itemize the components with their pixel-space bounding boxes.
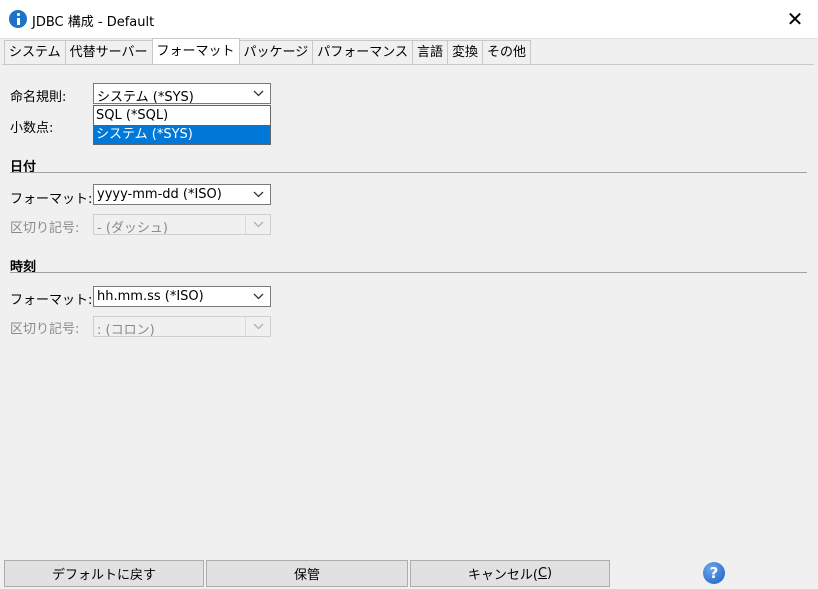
restore-defaults-button[interactable]: デフォルトに戻す	[4, 560, 204, 587]
tab-bar: システム 代替サーバー フォーマット パッケージ パフォーマンス 言語 変換 そ…	[4, 38, 532, 64]
help-icon[interactable]: ?	[703, 562, 725, 584]
cancel-label-suffix: )	[547, 566, 553, 581]
window-title: JDBC 構成 - Default	[32, 15, 155, 30]
button-bar: デフォルトに戻す 保管 キャンセル(C) ?	[0, 558, 818, 589]
naming-convention-label: 命名規則:	[10, 90, 67, 105]
naming-convention-combo[interactable]: システム (*SYS)	[93, 83, 271, 105]
chevron-down-icon[interactable]	[246, 84, 270, 103]
info-app-icon	[9, 10, 27, 28]
naming-convention-dropdown: SQL (*SQL) システム (*SYS)	[93, 105, 271, 145]
time-separator-value: : (コロン)	[97, 323, 155, 338]
date-format-combo[interactable]: yyyy-mm-dd (*ISO)	[93, 184, 271, 205]
tab-performance[interactable]: パフォーマンス	[312, 40, 414, 64]
time-format-value: hh.mm.ss (*ISO)	[97, 289, 204, 304]
tab-conversion[interactable]: 変換	[447, 40, 484, 64]
time-format-label: フォーマット:	[10, 293, 93, 308]
chevron-down-icon	[245, 215, 270, 234]
naming-convention-value: システム (*SYS)	[97, 90, 194, 105]
tab-package[interactable]: パッケージ	[238, 40, 314, 64]
chevron-down-icon[interactable]	[246, 287, 270, 306]
tab-format[interactable]: フォーマット	[151, 38, 240, 64]
save-button[interactable]: 保管	[206, 560, 408, 587]
close-button[interactable]: ✕	[772, 0, 818, 38]
tab-other[interactable]: その他	[482, 40, 532, 64]
option-system[interactable]: システム (*SYS)	[94, 125, 270, 144]
decimal-point-label: 小数点:	[10, 121, 54, 136]
tab-alternate-server[interactable]: 代替サーバー	[64, 40, 153, 64]
date-format-label: フォーマット:	[10, 192, 93, 207]
close-icon: ✕	[786, 7, 804, 31]
chevron-down-icon[interactable]	[246, 185, 270, 204]
time-section-divider	[10, 272, 807, 273]
date-separator-label: 区切り記号:	[10, 221, 80, 236]
time-separator-combo: : (コロン)	[93, 316, 271, 338]
cancel-label-prefix: キャンセル(	[467, 568, 538, 583]
time-separator-label: 区切り記号:	[10, 322, 80, 337]
tab-language[interactable]: 言語	[412, 40, 449, 64]
cancel-button[interactable]: キャンセル(C)	[410, 560, 610, 587]
option-sql[interactable]: SQL (*SQL)	[94, 106, 270, 125]
date-section-divider	[10, 172, 807, 173]
date-format-value: yyyy-mm-dd (*ISO)	[97, 187, 222, 202]
title-bar: JDBC 構成 - Default ✕	[0, 0, 818, 39]
time-format-combo[interactable]: hh.mm.ss (*ISO)	[93, 286, 271, 307]
chevron-down-icon	[245, 317, 270, 336]
date-separator-value: - (ダッシュ)	[97, 221, 168, 236]
cancel-accelerator-key: C	[537, 566, 548, 581]
tab-system[interactable]: システム	[4, 40, 66, 64]
date-separator-combo: - (ダッシュ)	[93, 214, 271, 236]
